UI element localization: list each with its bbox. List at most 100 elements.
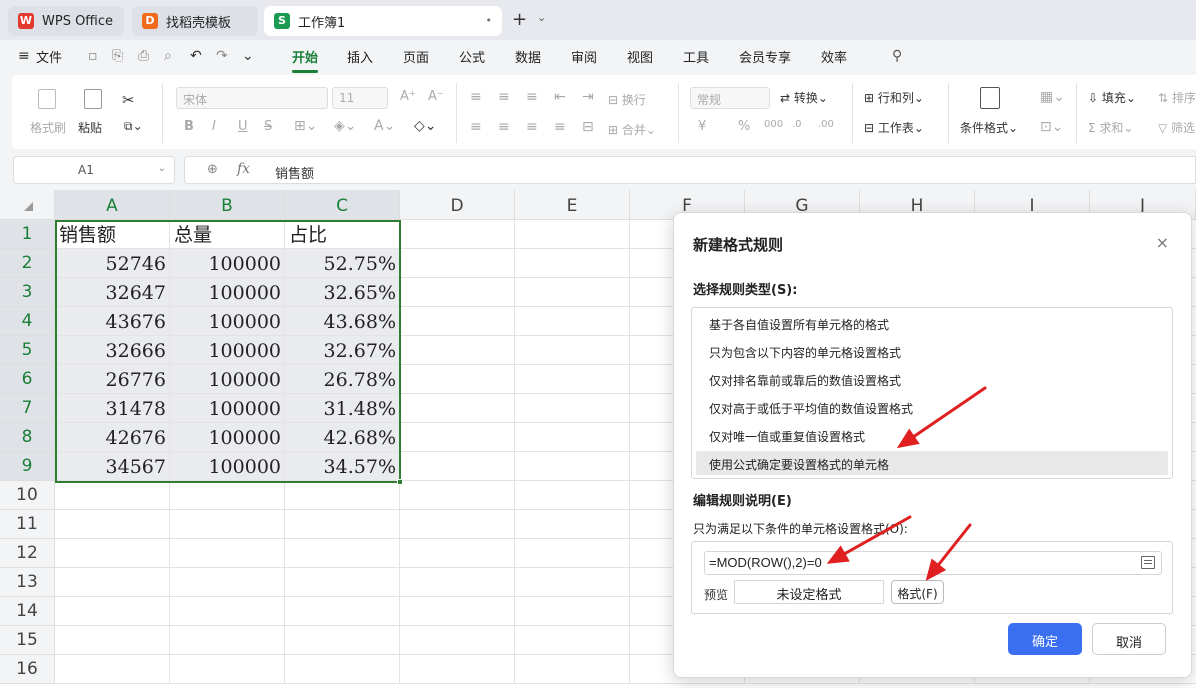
column-header-c[interactable]: C bbox=[285, 190, 400, 220]
row-header-4[interactable]: 4 bbox=[0, 307, 55, 336]
conditional-format-button[interactable]: 条件格式⌄ bbox=[960, 119, 1018, 136]
table-style-icon[interactable]: ▦⌄ bbox=[1040, 89, 1065, 105]
italic-button[interactable]: I bbox=[212, 119, 216, 134]
print-preview-icon[interactable]: ⌕ bbox=[164, 48, 172, 64]
data-cell[interactable]: 52.75% bbox=[285, 249, 400, 278]
paste-button[interactable]: 粘贴 bbox=[78, 119, 102, 136]
ok-button[interactable]: 确定 bbox=[1008, 623, 1082, 655]
row-header-9[interactable]: 9 bbox=[0, 452, 55, 481]
data-cell[interactable]: 100000 bbox=[170, 394, 285, 423]
percent-button[interactable]: % bbox=[738, 119, 750, 134]
header-cell[interactable]: 占比 bbox=[285, 220, 400, 249]
row-header-10[interactable]: 10 bbox=[0, 481, 55, 510]
border-icon[interactable]: ⊞⌄ bbox=[294, 118, 317, 134]
sum-button[interactable]: Σ 求和⌄ bbox=[1088, 119, 1133, 136]
row-header-14[interactable]: 14 bbox=[0, 597, 55, 626]
export-icon[interactable]: ⎘ bbox=[112, 48, 123, 64]
fill-color-icon[interactable]: ◈⌄ bbox=[334, 118, 357, 134]
format-button[interactable]: 格式(F) bbox=[891, 580, 944, 604]
cell-style-icon[interactable]: ⊡⌄ bbox=[1040, 119, 1063, 135]
row-header-1[interactable]: 1 bbox=[0, 220, 55, 249]
data-cell[interactable]: 32647 bbox=[55, 278, 170, 307]
more-chevron-icon[interactable]: ⌄ bbox=[242, 48, 254, 64]
distribute-icon[interactable]: ⊟ bbox=[582, 119, 594, 135]
menu-review[interactable]: 审阅 bbox=[571, 47, 597, 66]
save-icon[interactable]: ▫ bbox=[88, 48, 98, 64]
data-cell[interactable]: 26.78% bbox=[285, 365, 400, 394]
data-cell[interactable]: 43676 bbox=[55, 307, 170, 336]
column-header-d[interactable]: D bbox=[400, 190, 515, 220]
zoom-icon[interactable]: ⊕ bbox=[207, 162, 218, 177]
select-all-corner[interactable] bbox=[0, 190, 55, 220]
font-color-icon[interactable]: A⌄ bbox=[374, 118, 395, 134]
tab-close-icon[interactable]: • bbox=[486, 14, 493, 27]
name-box[interactable]: A1 ⌄ bbox=[13, 156, 175, 184]
decrease-font-icon[interactable]: A⁻ bbox=[428, 89, 444, 104]
filter-button[interactable]: ▽ 筛选 bbox=[1158, 119, 1195, 136]
data-cell[interactable]: 100000 bbox=[170, 249, 285, 278]
menu-view[interactable]: 视图 bbox=[627, 47, 653, 66]
menu-data[interactable]: 数据 bbox=[515, 47, 541, 66]
data-cell[interactable]: 32.67% bbox=[285, 336, 400, 365]
number-format-select[interactable]: 常规 bbox=[690, 87, 770, 109]
data-cell[interactable]: 52746 bbox=[55, 249, 170, 278]
search-icon[interactable]: ⚲ bbox=[892, 48, 902, 64]
row-header-5[interactable]: 5 bbox=[0, 336, 55, 365]
row-header-3[interactable]: 3 bbox=[0, 278, 55, 307]
data-cell[interactable]: 100000 bbox=[170, 452, 285, 481]
column-header-a[interactable]: A bbox=[55, 190, 170, 220]
fx-icon[interactable]: fx bbox=[237, 161, 250, 177]
header-cell[interactable]: 销售额 bbox=[55, 220, 170, 249]
header-cell[interactable]: 总量 bbox=[170, 220, 285, 249]
row-header-15[interactable]: 15 bbox=[0, 626, 55, 655]
row-header-8[interactable]: 8 bbox=[0, 423, 55, 452]
data-cell[interactable]: 100000 bbox=[170, 307, 285, 336]
font-size-select[interactable]: 11 bbox=[332, 87, 388, 109]
row-header-11[interactable]: 11 bbox=[0, 510, 55, 539]
row-col-button[interactable]: ⊞ 行和列⌄ bbox=[864, 89, 924, 106]
decimal-decrease-icon[interactable]: .00 bbox=[818, 119, 834, 130]
redo-icon[interactable]: ↷ bbox=[216, 48, 228, 64]
data-cell[interactable]: 42676 bbox=[55, 423, 170, 452]
tab-template[interactable]: D 找稻壳模板 bbox=[132, 6, 258, 36]
align-bottom-icon[interactable]: ≡ bbox=[526, 89, 538, 105]
menu-file[interactable]: 文件 bbox=[36, 47, 62, 66]
row-header-13[interactable]: 13 bbox=[0, 568, 55, 597]
justify-icon[interactable]: ≡ bbox=[554, 119, 566, 135]
rule-type-item[interactable]: 仅对唯一值或重复值设置格式 bbox=[696, 423, 1168, 447]
data-cell[interactable]: 32.65% bbox=[285, 278, 400, 307]
rule-type-item[interactable]: 只为包含以下内容的单元格设置格式 bbox=[696, 339, 1168, 363]
tab-workbook[interactable]: S 工作簿1 • bbox=[264, 6, 502, 36]
data-cell[interactable]: 100000 bbox=[170, 336, 285, 365]
print-icon[interactable]: ⎙ bbox=[138, 48, 149, 64]
menu-page[interactable]: 页面 bbox=[403, 47, 429, 66]
menu-insert[interactable]: 插入 bbox=[347, 47, 373, 66]
thousands-icon[interactable]: 000 bbox=[764, 119, 783, 130]
menu-home[interactable]: 开始 bbox=[292, 47, 318, 66]
indent-increase-icon[interactable]: ⇥ bbox=[582, 89, 594, 105]
fill-handle[interactable] bbox=[397, 479, 403, 485]
clear-format-icon[interactable]: ◇⌄ bbox=[414, 118, 437, 134]
data-cell[interactable]: 43.68% bbox=[285, 307, 400, 336]
menu-tools[interactable]: 工具 bbox=[683, 47, 709, 66]
underline-button[interactable]: U bbox=[238, 119, 248, 134]
align-right-icon[interactable]: ≡ bbox=[526, 119, 538, 135]
data-cell[interactable]: 31.48% bbox=[285, 394, 400, 423]
menu-member[interactable]: 会员专享 bbox=[739, 47, 791, 66]
align-left-icon[interactable]: ≡ bbox=[470, 119, 482, 135]
copy-icon[interactable]: ⧉⌄ bbox=[124, 119, 143, 134]
chevron-down-icon[interactable]: ⌄ bbox=[537, 11, 546, 24]
tab-wps-office[interactable]: W WPS Office bbox=[8, 6, 124, 36]
align-top-icon[interactable]: ≡ bbox=[470, 89, 482, 105]
cut-icon[interactable]: ✂ bbox=[122, 91, 135, 109]
data-cell[interactable]: 26776 bbox=[55, 365, 170, 394]
wrap-text-button[interactable]: ⊟ 换行 bbox=[608, 91, 646, 108]
data-cell[interactable]: 34.57% bbox=[285, 452, 400, 481]
column-header-b[interactable]: B bbox=[170, 190, 285, 220]
fill-button[interactable]: ⇩ 填充⌄ bbox=[1088, 89, 1136, 106]
rule-type-item[interactable]: 使用公式确定要设置格式的单元格 bbox=[696, 451, 1168, 475]
menu-efficiency[interactable]: 效率 bbox=[821, 47, 847, 66]
sort-button[interactable]: ⇅ 排序 bbox=[1158, 89, 1196, 106]
row-header-7[interactable]: 7 bbox=[0, 394, 55, 423]
undo-icon[interactable]: ↶ bbox=[190, 48, 202, 64]
